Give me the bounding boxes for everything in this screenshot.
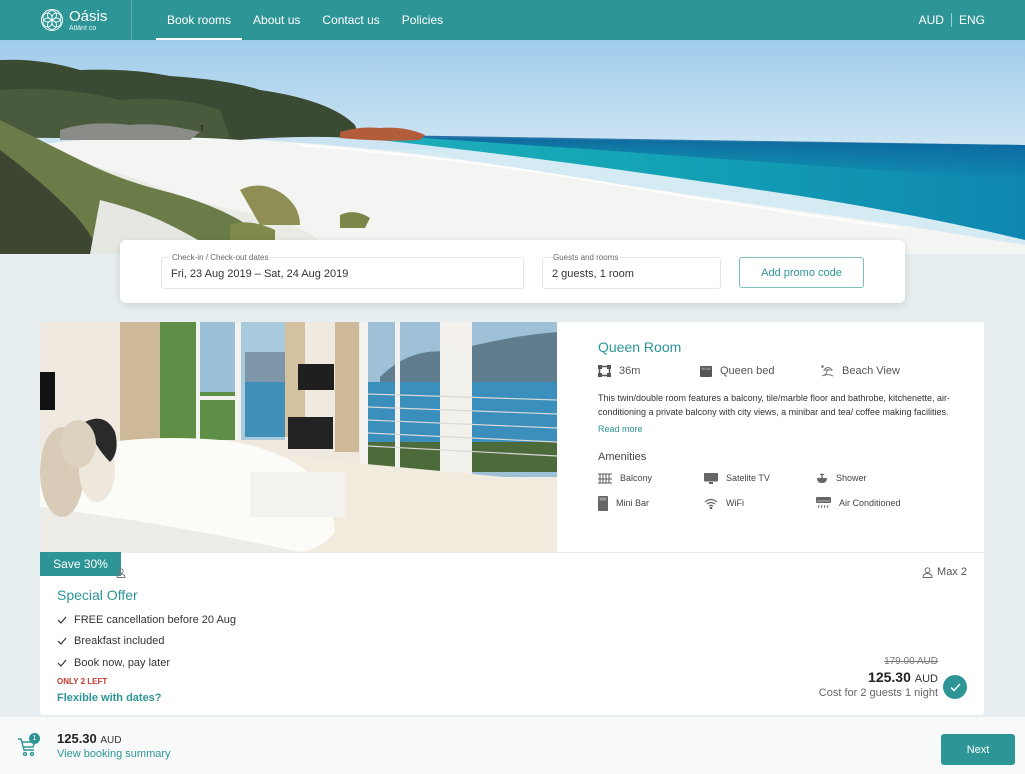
shower-icon xyxy=(817,473,827,483)
room-photo[interactable] xyxy=(40,322,557,552)
check-icon xyxy=(57,637,67,646)
air-conditioner-icon xyxy=(816,497,831,509)
perk-item: Book now, pay later xyxy=(57,652,236,674)
discounted-price: 125.30 AUD xyxy=(819,669,938,685)
main-nav: Book rooms About us Contact us Policies xyxy=(156,0,454,40)
guests-field[interactable]: Guests and rooms 2 guests, 1 room xyxy=(542,253,721,289)
wifi-icon xyxy=(704,498,718,509)
check-icon xyxy=(57,616,67,624)
room-specs: 36m Queen bed Beach View xyxy=(598,364,984,378)
room-card: Queen Room 36m Queen bed Beach View This… xyxy=(40,322,984,715)
flower-logo-icon xyxy=(41,9,63,31)
dates-field-value: Fri, 23 Aug 2019 – Sat, 24 Aug 2019 xyxy=(171,268,349,280)
discount-badge: Save 30% xyxy=(40,552,121,576)
price-amount: 125.30 xyxy=(868,669,911,685)
locale-divider xyxy=(950,13,952,27)
cost-note: Cost for 2 guests 1 night xyxy=(818,687,938,699)
amenity-label: Balcony xyxy=(620,473,653,483)
dates-field[interactable]: Check-in / Check-out dates Fri, 23 Aug 2… xyxy=(161,253,524,289)
amenity-mini-bar: Mini Bar xyxy=(598,495,704,511)
add-promo-code-button[interactable]: Add promo code xyxy=(739,257,864,288)
person-icon xyxy=(116,568,126,578)
nav-policies[interactable]: Policies xyxy=(391,0,454,40)
room-description: This twin/double room features a balcony… xyxy=(598,393,951,417)
balcony-icon xyxy=(598,472,612,484)
perk-item: FREE cancellation before 20 Aug xyxy=(57,609,236,631)
amenity-satelite-tv: Satelite TV xyxy=(704,471,816,485)
amenity-label: Mini Bar xyxy=(616,498,650,508)
total-amount: 125.30 xyxy=(57,731,97,746)
cart-button[interactable]: 1 xyxy=(17,733,41,758)
booking-search-card: Check-in / Check-out dates Fri, 23 Aug 2… xyxy=(120,240,905,303)
perk-label: Breakfast included xyxy=(74,635,165,648)
check-icon xyxy=(57,659,67,667)
amenities-heading: Amenities xyxy=(598,451,647,463)
room-size: 36m xyxy=(598,365,700,377)
view-booking-summary-link[interactable]: View booking summary xyxy=(57,748,171,760)
perk-label: Book now, pay later xyxy=(74,656,171,669)
next-button[interactable]: Next xyxy=(941,734,1015,765)
top-navigation-bar: Oásis Atlânt co Book rooms About us Cont… xyxy=(0,0,1025,40)
check-icon xyxy=(950,683,961,692)
offer-title: Special Offer xyxy=(57,587,138,603)
booking-footer-bar: 1 125.30 AUD View booking summary Next xyxy=(0,716,1025,774)
bed-type: Queen bed xyxy=(720,365,775,377)
amenities-list: Balcony Satelite TV Shower Mini Bar WiFi… xyxy=(598,471,984,511)
room-view: Beach View xyxy=(821,365,900,377)
read-more-link[interactable]: Read more xyxy=(598,424,643,434)
room-title: Queen Room xyxy=(598,339,682,355)
original-price: 179.00 AUD xyxy=(884,656,938,667)
max-guests-label: Max 2 xyxy=(937,566,967,578)
booking-total: 125.30 AUD xyxy=(57,731,122,746)
amenity-wifi: WiFi xyxy=(704,496,816,510)
room-size-icon xyxy=(598,365,611,377)
amenity-balcony: Balcony xyxy=(598,471,704,485)
currency-selector[interactable]: AUD xyxy=(919,13,944,27)
max-guests: Max 2 xyxy=(922,566,967,578)
price-box: 179.00 AUD 125.30 AUD Cost for 2 guests … xyxy=(819,656,938,699)
brand-logo[interactable]: Oásis Atlânt co xyxy=(0,0,132,40)
perk-label: FREE cancellation before 20 Aug xyxy=(74,613,237,626)
room-details: Queen Room 36m Queen bed Beach View This… xyxy=(557,322,984,552)
guests-field-label: Guests and rooms xyxy=(551,253,621,262)
tv-icon xyxy=(704,472,718,484)
price-currency: AUD xyxy=(914,673,938,685)
room-size-value: 36m xyxy=(619,365,641,377)
nav-contact-us[interactable]: Contact us xyxy=(311,0,390,40)
locale-switcher: AUD ENG xyxy=(919,13,985,27)
amenity-air-conditioned: Air Conditioned xyxy=(816,496,956,510)
nav-about-us[interactable]: About us xyxy=(242,0,311,40)
flexible-dates-link[interactable]: Flexible with dates? xyxy=(57,692,162,704)
bed-icon xyxy=(700,365,712,377)
minibar-icon xyxy=(598,495,608,511)
card-divider xyxy=(40,552,984,553)
amenity-label: WiFi xyxy=(726,498,744,508)
amenity-shower: Shower xyxy=(816,471,956,485)
amenity-label: Air Conditioned xyxy=(839,498,901,508)
person-icon xyxy=(922,566,933,578)
room-bed: Queen bed xyxy=(700,365,821,377)
hero-beach-image xyxy=(0,40,1025,254)
view-type: Beach View xyxy=(842,365,900,377)
brand-subtitle: Atlânt co xyxy=(69,24,97,32)
select-offer-checkbox[interactable] xyxy=(943,675,967,699)
cart-count-badge: 1 xyxy=(29,733,40,744)
offer-perks: FREE cancellation before 20 Aug Breakfas… xyxy=(57,609,236,674)
language-selector[interactable]: ENG xyxy=(959,13,985,27)
perk-item: Breakfast included xyxy=(57,631,236,653)
nav-book-rooms[interactable]: Book rooms xyxy=(156,0,243,40)
beach-umbrella-icon xyxy=(821,365,834,377)
amenity-label: Satelite TV xyxy=(726,473,770,483)
availability-warning: ONLY 2 LEFT xyxy=(57,677,108,686)
amenity-label: Shower xyxy=(836,473,867,483)
brand-name: Oásis xyxy=(69,7,108,25)
dates-field-label: Check-in / Check-out dates xyxy=(170,253,271,262)
total-currency: AUD xyxy=(100,735,122,746)
guests-field-value: 2 guests, 1 room xyxy=(552,268,634,280)
